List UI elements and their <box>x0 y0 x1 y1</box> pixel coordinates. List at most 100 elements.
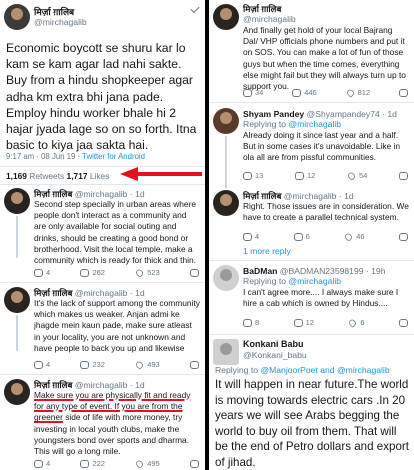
reply-icon <box>34 459 43 468</box>
replying-to: Replying to @mirchagalib <box>243 119 342 129</box>
retweet-icon <box>292 88 302 97</box>
left-screenshot-panel: मिर्ज़ा ग़ालिब @mirchagalib Economic boy… <box>0 0 205 470</box>
main-tweet-text: Economic boycott se shuru kar lo kam se … <box>6 41 197 153</box>
reply-text: It will happen in near future.The world … <box>215 378 410 469</box>
reply-icon <box>34 268 43 277</box>
reply-text: It's the lack of support among the commu… <box>34 298 200 353</box>
tweet-actions: 4 262 523 <box>34 267 199 278</box>
reply-button[interactable]: 34 <box>243 88 263 97</box>
share-button[interactable] <box>190 360 199 369</box>
reply-button[interactable]: 13 <box>243 171 263 180</box>
retweet-button[interactable]: 222 <box>80 459 105 468</box>
likes-count[interactable]: 1,717 <box>67 171 88 181</box>
heart-icon <box>348 317 358 328</box>
reply-avatar[interactable] <box>213 339 239 365</box>
divider <box>209 102 414 103</box>
share-button[interactable] <box>399 88 408 97</box>
share-icon <box>399 232 408 241</box>
share-icon <box>399 171 408 180</box>
reply-text: Make sure you are physically fit and rea… <box>34 390 191 457</box>
share-icon <box>190 268 199 277</box>
replying-to: Replying to @mirchagalib <box>243 276 342 286</box>
tweet-timestamp: 9:17 am · 08 Jun 19 · Twitter for Androi… <box>6 152 145 161</box>
reply-button[interactable]: 4 <box>34 268 50 277</box>
chevron-down-icon[interactable] <box>190 3 200 14</box>
divider <box>0 374 205 375</box>
thread-connector <box>16 216 18 258</box>
share-icon <box>190 360 199 369</box>
reply-text: Already doing it since last year and a h… <box>243 130 401 163</box>
share-icon <box>399 318 408 327</box>
like-button[interactable]: 54 <box>346 170 367 181</box>
reply-button[interactable]: 4 <box>34 459 50 468</box>
reply-avatar[interactable] <box>213 108 239 134</box>
reply-text: And finally get hold of your local Bajra… <box>243 25 406 92</box>
retweet-button[interactable]: 446 <box>292 88 317 97</box>
like-button[interactable]: 495 <box>134 458 160 469</box>
replying-to: Replying to @ManjoorPoet and @mirchagali… <box>215 365 390 375</box>
reply-button[interactable]: 8 <box>243 318 259 327</box>
share-button[interactable] <box>399 318 408 327</box>
reply-icon <box>243 171 252 180</box>
reply-text: Second step specially in urban areas whe… <box>34 199 197 266</box>
reply-icon <box>243 88 252 97</box>
divider <box>209 260 414 261</box>
author-handle[interactable]: @mirchagalib <box>34 17 87 27</box>
retweet-button[interactable]: 6 <box>293 232 310 241</box>
share-button[interactable] <box>399 171 408 180</box>
reply-avatar[interactable] <box>4 188 30 214</box>
right-screenshot-panel: मिर्ज़ा ग़ालिब @mirchagalib And finally … <box>209 0 414 470</box>
reply-avatar[interactable] <box>4 379 30 405</box>
heart-icon <box>346 170 357 181</box>
like-button[interactable]: 523 <box>134 267 160 278</box>
retweets-count[interactable]: 1,169 <box>6 171 27 181</box>
like-button[interactable]: 46 <box>343 231 365 242</box>
retweet-button[interactable]: 262 <box>80 268 105 277</box>
like-button[interactable]: 6 <box>348 317 365 328</box>
retweet-button[interactable]: 232 <box>80 360 105 369</box>
user-avatar[interactable] <box>4 4 30 30</box>
heart-icon <box>134 267 145 278</box>
tweet-client-link[interactable]: Twitter for Android <box>82 152 145 161</box>
divider <box>0 282 205 283</box>
red-arrow-annotation <box>120 167 202 181</box>
reply-button[interactable]: 4 <box>243 232 259 241</box>
divider <box>0 184 205 185</box>
heart-icon <box>345 87 355 98</box>
reply-icon <box>34 360 43 369</box>
share-button[interactable] <box>190 459 199 468</box>
heart-icon <box>134 359 145 370</box>
share-button[interactable] <box>190 268 199 277</box>
reply-text: Right. Those issues are in consideration… <box>243 201 409 223</box>
heart-icon <box>343 231 354 242</box>
retweet-icon <box>80 360 90 369</box>
more-replies-link[interactable]: 1 more reply <box>243 246 291 256</box>
tweet-actions: 4 6 46 <box>243 231 408 242</box>
reply-avatar[interactable] <box>213 4 239 30</box>
reply-avatar[interactable] <box>213 265 239 291</box>
author-handle[interactable]: @Konkani_babu <box>243 350 307 360</box>
thread-connector <box>225 136 227 188</box>
like-button[interactable]: 493 <box>134 359 160 370</box>
tweet-actions: 34 446 812 <box>243 87 408 98</box>
reply-text: I can't agree more.... I always make sur… <box>243 287 399 309</box>
tweet-actions: 4 222 495 <box>34 458 199 469</box>
retweet-button[interactable]: 12 <box>293 318 314 327</box>
author-handle[interactable]: @mirchagalib <box>243 14 296 24</box>
share-icon <box>399 88 408 97</box>
reply-avatar[interactable] <box>4 287 30 313</box>
tweet-actions: 8 12 6 <box>243 317 408 328</box>
reply-button[interactable]: 4 <box>34 360 50 369</box>
share-icon <box>190 459 199 468</box>
divider <box>209 334 414 335</box>
engagement-stats: 1,169 Retweets 1,717 Likes <box>6 171 110 181</box>
reply-avatar[interactable] <box>213 190 239 216</box>
retweet-icon <box>80 268 90 277</box>
retweet-icon <box>293 232 303 241</box>
share-button[interactable] <box>399 232 408 241</box>
author-name[interactable]: Konkani Babu <box>243 339 304 349</box>
retweet-icon <box>80 459 90 468</box>
like-button[interactable]: 812 <box>345 87 370 98</box>
retweet-button[interactable]: 12 <box>295 171 315 180</box>
tweet-actions: 4 232 493 <box>34 359 199 370</box>
